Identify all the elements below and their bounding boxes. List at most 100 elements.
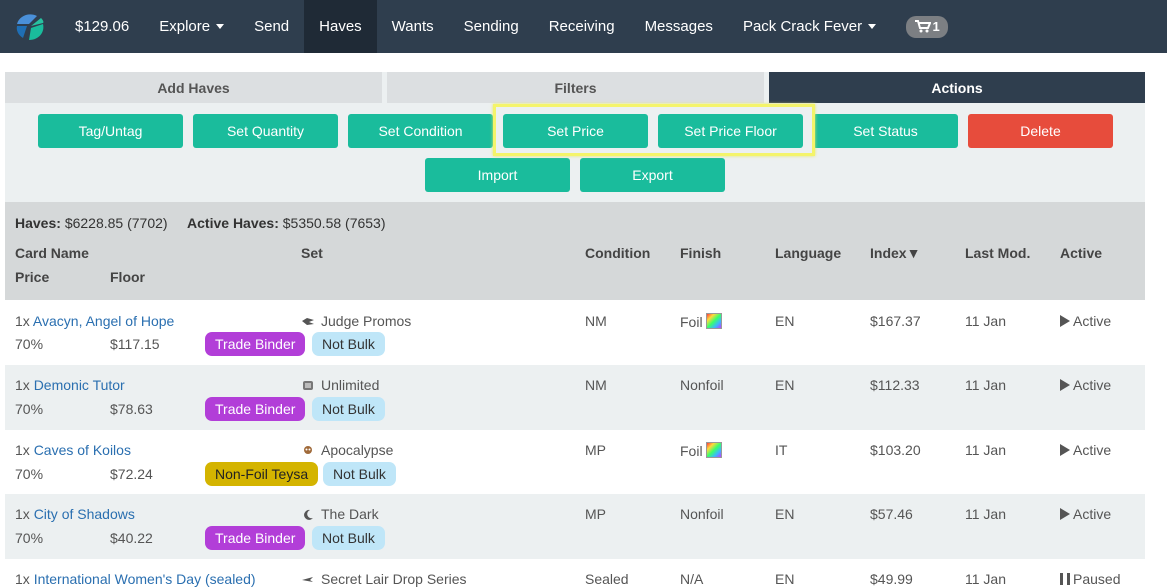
card-name-cell: 1x Avacyn, Angel of Hope [15,313,174,329]
status-cell[interactable]: Active [1060,442,1111,458]
pause-icon [1060,573,1070,585]
status-label: Paused [1073,571,1121,587]
language-cell: IT [775,442,788,458]
floor-cell: $78.63 [110,401,153,417]
status-label: Active [1073,313,1112,329]
nav-sending[interactable]: Sending [449,0,534,53]
floor-cell: $72.24 [110,466,153,482]
nav-explore[interactable]: Explore [144,0,239,53]
col-card-name[interactable]: Card Name [15,245,89,261]
active-haves-value: $5350.58 (7653) [282,215,386,231]
table-row[interactable]: 1x City of Shadows The Dark MP Nonfoil E… [5,494,1145,559]
haves-summary: Haves: $6228.85 (7702) Active Haves: $53… [15,215,386,231]
cart-button[interactable]: 1 [906,15,949,38]
set-status-button[interactable]: Set Status [813,114,958,148]
tag-badge[interactable]: Not Bulk [312,332,385,356]
nav-receiving[interactable]: Receiving [534,0,630,53]
set-cell: Judge Promos [301,313,411,329]
nav-pack-crack-fever[interactable]: Pack Crack Fever [728,0,891,53]
tab-add-haves[interactable]: Add Haves [5,72,382,103]
finish-label: Foil [680,443,703,459]
card-name-link[interactable]: Caves of Koilos [34,442,131,458]
nav-pack-crack-fever-label: Pack Crack Fever [742,18,863,35]
price-cell: 70% [15,401,44,417]
set-cell: Secret Lair Drop Series [301,571,467,587]
set-condition-button[interactable]: Set Condition [348,114,493,148]
condition-cell: NM [585,377,607,393]
unlimited-set-icon [303,381,313,390]
set-name: Secret Lair Drop Series [321,571,467,587]
finish-cell: Nonfoil [680,377,724,393]
condition-cell: MP [585,506,606,522]
col-set[interactable]: Set [301,245,323,261]
price-cell: 70% [15,336,44,352]
language-cell: EN [775,571,795,587]
col-last-mod[interactable]: Last Mod. [965,245,1030,261]
card-name-link[interactable]: City of Shadows [34,506,135,522]
condition-cell: Sealed [585,571,629,587]
floor-cell: $40.22 [110,530,153,546]
chevron-down-icon [216,24,225,29]
nav-haves[interactable]: Haves [304,0,377,53]
card-name-link[interactable]: Avacyn, Angel of Hope [33,313,174,329]
finish-cell: Nonfoil [680,506,724,522]
tag-badge[interactable]: Not Bulk [312,526,385,550]
col-index[interactable]: Index▼ [870,245,920,261]
table-row[interactable]: 1x Caves of Koilos Apocalypse MP Foil IT… [5,430,1145,495]
status-cell[interactable]: Active [1060,377,1111,393]
card-name-cell: 1x City of Shadows [15,506,135,522]
nav-balance[interactable]: $129.06 [60,0,144,53]
col-condition[interactable]: Condition [585,245,650,261]
tag-untag-button[interactable]: Tag/Untag [38,114,183,148]
language-cell: EN [775,377,795,393]
table-row[interactable]: 1x Demonic Tutor Unlimited NM Nonfoil EN… [5,365,1145,430]
col-finish[interactable]: Finish [680,245,721,261]
card-name-link[interactable]: International Women's Day (sealed) [34,571,256,587]
nav-wants[interactable]: Wants [377,0,449,53]
tag-badge[interactable]: Trade Binder [205,397,306,421]
site-logo-icon[interactable] [0,0,60,53]
set-quantity-button[interactable]: Set Quantity [193,114,338,148]
chevron-down-icon [868,24,877,29]
apocalypse-set-icon [304,446,312,454]
card-name-cell: 1x Caves of Koilos [15,442,131,458]
tag-badge[interactable]: Not Bulk [323,462,396,486]
foil-icon [705,313,722,329]
nav-messages[interactable]: Messages [630,0,728,53]
tab-actions[interactable]: Actions [769,72,1145,103]
status-cell[interactable]: Paused [1060,571,1120,587]
card-name-link[interactable]: Demonic Tutor [34,377,125,393]
set-name: The Dark [321,506,379,522]
col-price[interactable]: Price [15,269,49,285]
play-icon [1060,315,1070,327]
col-floor[interactable]: Floor [110,269,145,285]
last-mod-cell: 11 Jan [965,377,1006,393]
status-cell[interactable]: Active [1060,313,1111,329]
col-language[interactable]: Language [775,245,841,261]
card-qty: 1x [15,506,30,522]
tag-badge[interactable]: Non-Foil Teysa [205,462,319,486]
table-row[interactable]: 1x Avacyn, Angel of Hope Judge Promos NM… [5,300,1145,365]
play-icon [1060,379,1070,391]
tag-badge[interactable]: Trade Binder [205,526,306,550]
tag-badge[interactable]: Not Bulk [312,397,385,421]
card-qty: 1x [15,571,30,587]
set-name: Apocalypse [321,442,394,458]
tag-badge[interactable]: Trade Binder [205,332,306,356]
index-cell: $112.33 [870,377,920,393]
secret-lair-set-icon [302,577,313,582]
status-cell[interactable]: Active [1060,506,1111,522]
top-navbar: $129.06 Explore Send Haves Wants Sending… [0,0,1167,53]
finish-label: Foil [680,314,703,330]
delete-button[interactable]: Delete [968,114,1113,148]
last-mod-cell: 11 Jan [965,571,1006,587]
finish-cell: Foil [680,442,722,459]
tab-filters[interactable]: Filters [387,72,764,103]
import-button[interactable]: Import [425,158,570,192]
col-active[interactable]: Active [1060,245,1102,261]
card-qty: 1x [15,442,30,458]
set-name: Unlimited [321,377,380,393]
export-button[interactable]: Export [580,158,725,192]
table-row[interactable]: 1x International Women's Day (sealed) Se… [5,559,1145,588]
nav-send[interactable]: Send [239,0,304,53]
